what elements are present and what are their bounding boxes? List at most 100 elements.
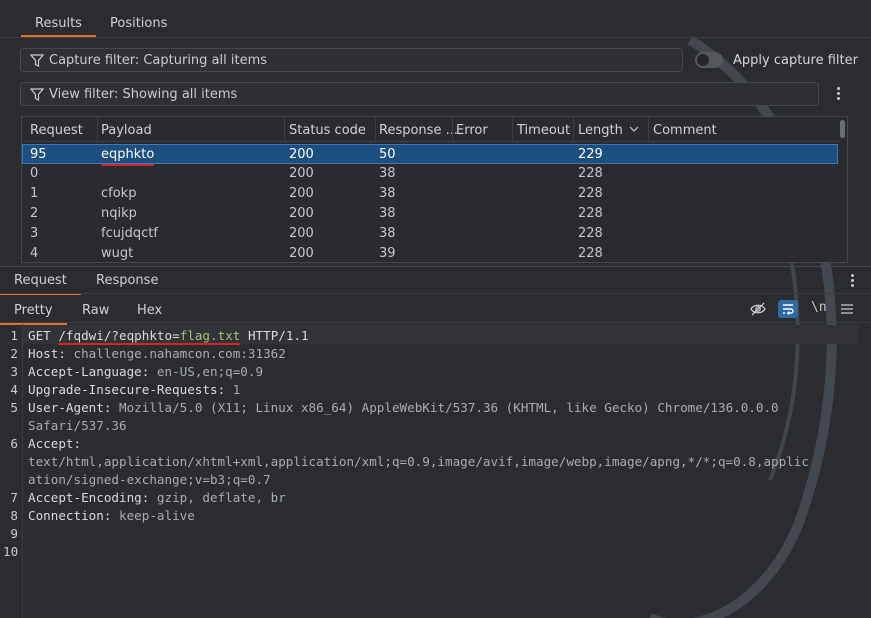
column-status-code[interactable]: Status code (289, 123, 366, 138)
section-tab-border (0, 293, 871, 294)
toggle-knob (697, 54, 709, 66)
line-number: 3 (10, 364, 18, 379)
tab-raw[interactable]: Raw (82, 303, 109, 318)
header-name: Accept-Language (28, 364, 142, 379)
request-target: /fqdwi/?eqphkto=flag.txt (58, 328, 241, 345)
line-number: 10 (3, 544, 19, 559)
header-value: text/html,application/xhtml+xml,applicat… (28, 454, 809, 469)
header-value: 1 (232, 382, 241, 397)
cell-response: 38 (379, 226, 396, 241)
column-length[interactable]: Length (578, 123, 639, 138)
param-value: flag.txt (179, 328, 241, 343)
view-filter-bar[interactable]: View filter: Showing all items (20, 82, 819, 106)
param-eq: = (172, 328, 180, 343)
cell-response: 38 (379, 186, 396, 201)
filter-icon (30, 54, 44, 67)
header-name: Connection (28, 508, 104, 523)
cell-status: 200 (289, 206, 314, 221)
tab-hex[interactable]: Hex (137, 303, 162, 318)
cell-request: 4 (30, 246, 39, 261)
request-editor[interactable]: 1 2 3 4 5 6 7 8 9 10 GET /fqdwi/?eqphkto… (0, 324, 871, 618)
header-value: challenge.nahamcon.com:31362 (73, 346, 286, 361)
header-line-continued: Safari/537.36 (28, 418, 127, 433)
header-line: Accept: (28, 436, 82, 451)
results-tab-bar: Results Positions (0, 0, 871, 38)
line-number: 4 (10, 382, 18, 397)
word-wrap-button[interactable] (778, 300, 798, 318)
header-line: Connection: keep-alive (28, 508, 195, 523)
header-line: Upgrade-Insecure-Requests: 1 (28, 382, 241, 397)
cell-payload: wugt (101, 246, 134, 261)
table-row[interactable]: 0 200 38 228 (22, 164, 838, 184)
results-table: Request Payload Status code Response ...… (21, 116, 848, 263)
capture-filter-bar[interactable]: Capture filter: Capturing all items (20, 48, 683, 72)
hide-eye-icon[interactable] (749, 300, 767, 318)
cell-length: 228 (578, 186, 603, 201)
header-line: Host: challenge.nahamcon.com:31362 (28, 346, 286, 361)
menu-icon[interactable] (840, 300, 854, 318)
table-row[interactable]: 95 eqphkto 200 50 229 (22, 144, 838, 166)
header-value: keep-alive (119, 508, 195, 523)
header-value: ation/signed-exchange;v=b3;q=0.7 (28, 472, 271, 487)
request-more-options-icon[interactable] (851, 274, 855, 289)
tab-request[interactable]: Request (0, 273, 81, 295)
cell-request: 1 (30, 186, 39, 201)
more-options-icon[interactable] (837, 87, 841, 102)
header-name: User-Agent (28, 400, 104, 415)
cell-status: 200 (289, 226, 314, 241)
header-value: Mozilla/5.0 (X11; Linux x86_64) AppleWeb… (119, 400, 779, 415)
line-number: 5 (10, 400, 18, 415)
cell-length: 228 (578, 246, 603, 261)
cell-status: 200 (289, 166, 314, 181)
cell-status: 200 (289, 186, 314, 201)
cell-length: 228 (578, 206, 603, 221)
header-value: en-US,en;q=0.9 (156, 364, 264, 379)
header-name: Upgrade-Insecure-Requests (28, 382, 218, 397)
line-number: 7 (10, 490, 18, 505)
apply-capture-filter-toggle[interactable] (695, 52, 723, 68)
header-name: Accept-Encoding (28, 490, 142, 505)
table-row[interactable]: 4 wugt 200 39 228 (22, 244, 838, 262)
cell-response: 50 (379, 147, 396, 162)
cell-payload: nqikp (101, 206, 137, 221)
tab-pretty[interactable]: Pretty (0, 303, 66, 325)
cell-request: 3 (30, 226, 39, 241)
capture-filter-label: Capture filter: Capturing all items (49, 53, 268, 68)
gutter-divider (22, 324, 23, 618)
line-number: 8 (10, 508, 18, 523)
param-name: eqphkto (119, 328, 173, 343)
cell-length: 228 (578, 226, 603, 241)
http-method: GET (28, 328, 51, 343)
show-newlines-button[interactable]: \n (811, 300, 827, 318)
table-scrollbar[interactable] (840, 120, 845, 138)
header-value: Safari/537.36 (28, 418, 127, 433)
column-payload[interactable]: Payload (101, 123, 152, 138)
tab-response[interactable]: Response (96, 273, 158, 288)
table-row[interactable]: 3 fcujdqctf 200 38 228 (22, 224, 838, 244)
cell-response: 38 (379, 166, 396, 181)
table-row[interactable]: 2 nqikp 200 38 228 (22, 204, 838, 224)
word-wrap-icon (783, 304, 794, 315)
cell-request: 2 (30, 206, 39, 221)
cell-request: 0 (30, 166, 39, 181)
panel-divider[interactable] (0, 266, 871, 267)
tab-results[interactable]: Results (21, 16, 96, 37)
view-tab-border (0, 322, 871, 323)
column-comment[interactable]: Comment (653, 123, 717, 138)
line-number: 1 (10, 328, 18, 343)
column-response-received[interactable]: Response ... (379, 123, 458, 138)
cell-payload: fcujdqctf (101, 226, 158, 241)
table-row[interactable]: 1 cfokp 200 38 228 (22, 184, 838, 204)
cell-status: 200 (289, 147, 314, 162)
view-filter-label: View filter: Showing all items (49, 87, 238, 102)
cell-request: 95 (30, 147, 47, 162)
header-value: gzip, deflate, br (156, 490, 286, 505)
column-request[interactable]: Request (30, 123, 83, 138)
header-line: Accept-Encoding: gzip, deflate, br (28, 490, 286, 505)
column-timeout[interactable]: Timeout (517, 123, 570, 138)
header-line: Accept-Language: en-US,en;q=0.9 (28, 364, 264, 379)
line-number: 9 (10, 526, 18, 541)
tab-positions[interactable]: Positions (110, 16, 167, 31)
column-error[interactable]: Error (456, 123, 488, 138)
column-length-label: Length (578, 123, 623, 138)
